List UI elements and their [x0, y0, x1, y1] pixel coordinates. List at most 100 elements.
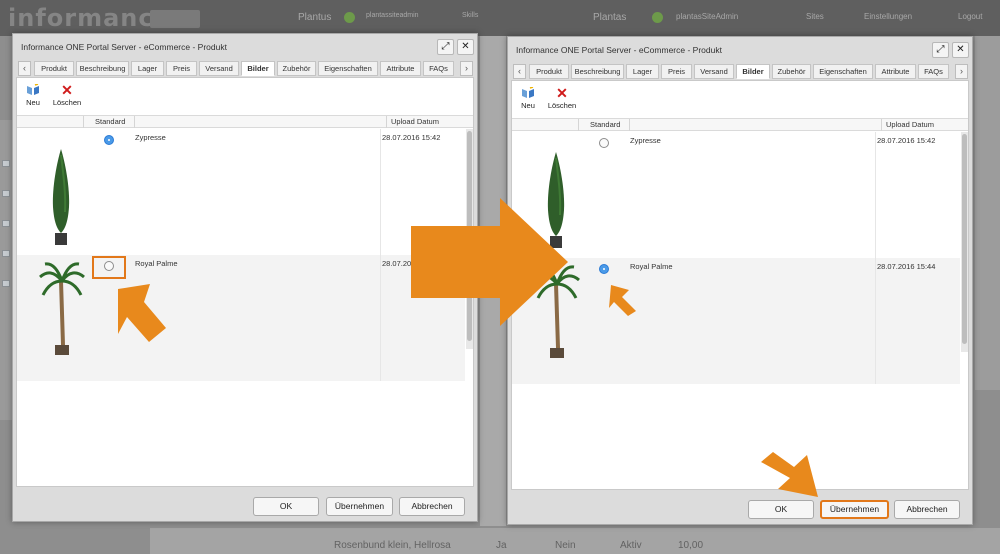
new-button[interactable]: Neu — [25, 84, 41, 107]
scroll-thumb[interactable] — [962, 134, 967, 344]
cancel-button[interactable]: Abbrechen — [399, 497, 465, 516]
cypress-image — [52, 149, 70, 245]
tab-bar: ‹ Produkt Beschreibung Lager Preis Versa… — [18, 61, 474, 76]
table-row[interactable]: Zypresse 28.07.2016 15:42 — [17, 129, 465, 255]
palm-image — [534, 265, 580, 358]
tab-produkt[interactable]: Produkt — [34, 61, 74, 76]
product-dialog-after: Informance ONE Portal Server - eCommerce… — [507, 36, 973, 525]
bg-gap-panel — [480, 36, 506, 526]
close-icon[interactable]: ✕ — [457, 39, 474, 55]
app-logo: informance — [8, 4, 171, 32]
tab-zubehoer[interactable]: Zubehör — [772, 64, 811, 79]
tab-produkt[interactable]: Produkt — [529, 64, 569, 79]
delete-button[interactable]: ✕ Löschen — [546, 85, 578, 110]
new-button[interactable]: Neu — [520, 87, 536, 110]
new-icon — [522, 87, 534, 98]
maximize-icon[interactable]: ⤢ — [932, 42, 949, 58]
tab-preis[interactable]: Preis — [166, 61, 197, 76]
tab-bilder[interactable]: Bilder — [241, 61, 275, 76]
bg-bottom-col1: Ja — [496, 540, 507, 551]
bg-skills: Skills — [462, 12, 479, 19]
tab-zubehoer[interactable]: Zubehör — [277, 61, 316, 76]
bg-user-2: plantasSiteAdmin — [676, 12, 739, 21]
new-label: Neu — [26, 98, 40, 107]
bg-bottom-price: 10,00 — [678, 540, 704, 551]
apply-button[interactable]: Übernehmen — [326, 497, 393, 516]
images-grid: Standard Upload Datum Zypresse 28.07.201… — [17, 115, 473, 487]
column-upload-date[interactable]: Upload Datum — [886, 120, 934, 129]
grid-header: Standard Upload Datum — [512, 118, 968, 131]
bg-bottom-name: Rosenbund klein, Hellrosa — [334, 540, 451, 551]
close-icon[interactable]: ✕ — [952, 42, 969, 58]
image-name: Royal Palme — [135, 259, 178, 268]
bg-checkbox — [2, 280, 10, 287]
header-divider — [629, 119, 630, 131]
tab-preis[interactable]: Preis — [661, 64, 692, 79]
tab-beschreibung[interactable]: Beschreibung — [76, 61, 129, 76]
grid-scrollbar[interactable] — [961, 132, 968, 352]
tab-versand[interactable]: Versand — [694, 64, 734, 79]
delete-label: Löschen — [52, 98, 82, 107]
tab-scroll-right-icon[interactable]: › — [955, 64, 968, 79]
standard-radio[interactable] — [599, 264, 609, 274]
images-panel: Neu ✕ Löschen Standard Upload Datum Zypr… — [16, 77, 474, 487]
tab-attribute[interactable]: Attribute — [380, 61, 421, 76]
tab-bilder[interactable]: Bilder — [736, 64, 770, 79]
ok-button[interactable]: OK — [253, 497, 319, 516]
cancel-button[interactable]: Abbrechen — [894, 500, 960, 519]
bg-checkbox — [2, 160, 10, 167]
tab-faqs[interactable]: FAQs — [423, 61, 454, 76]
delete-label: Löschen — [547, 101, 577, 110]
upload-date: 28.07.2016 — [382, 259, 420, 268]
tab-scroll-left-icon[interactable]: ‹ — [513, 64, 526, 79]
tab-lager[interactable]: Lager — [626, 64, 659, 79]
bg-settings: Einstellungen — [864, 12, 913, 21]
grid-scrollbar[interactable] — [466, 129, 473, 349]
table-row[interactable]: Royal Palme 28.07.2016 15:44 — [512, 258, 960, 384]
delete-icon: ✕ — [61, 82, 73, 98]
standard-radio[interactable] — [104, 135, 114, 145]
tab-attribute[interactable]: Attribute — [875, 64, 916, 79]
cell-divider — [380, 129, 381, 255]
images-grid: Standard Upload Datum Zypresse 28.07.201… — [512, 118, 968, 490]
header-divider — [578, 119, 579, 131]
tab-eigenschaften[interactable]: Eigenschaften — [813, 64, 873, 79]
ok-button[interactable]: OK — [748, 500, 814, 519]
background-topbar: informance Plantus plantassiteadmin Skil… — [0, 0, 1000, 36]
upload-date: 28.07.2016 15:42 — [877, 136, 936, 145]
standard-cell — [84, 129, 134, 255]
new-label: Neu — [521, 101, 535, 110]
tab-eigenschaften[interactable]: Eigenschaften — [318, 61, 378, 76]
bg-site-name: Plantus — [298, 12, 332, 23]
image-name: Zypresse — [630, 136, 661, 145]
scroll-thumb[interactable] — [467, 131, 472, 341]
bg-bottom-col3: Aktiv — [620, 540, 642, 551]
delete-icon: ✕ — [556, 85, 568, 101]
tab-versand[interactable]: Versand — [199, 61, 239, 76]
column-upload-date[interactable]: Upload Datum — [391, 117, 439, 126]
table-row[interactable]: Zypresse 28.07.2016 15:42 — [512, 132, 960, 258]
header-divider — [134, 116, 135, 128]
maximize-icon[interactable]: ⤢ — [437, 39, 454, 55]
tab-scroll-right-icon[interactable]: › — [460, 61, 473, 76]
apply-button[interactable]: Übernehmen — [820, 500, 889, 519]
images-panel: Neu ✕ Löschen Standard Upload Datum Zypr… — [511, 80, 969, 490]
logo-badge — [150, 10, 200, 28]
tab-lager[interactable]: Lager — [131, 61, 164, 76]
cell-divider — [875, 258, 876, 384]
tab-scroll-left-icon[interactable]: ‹ — [18, 61, 31, 76]
tab-beschreibung[interactable]: Beschreibung — [571, 64, 624, 79]
bg-checkbox — [2, 190, 10, 197]
column-standard[interactable]: Standard — [590, 120, 620, 129]
bg-user: plantassiteadmin — [366, 12, 419, 19]
tab-faqs[interactable]: FAQs — [918, 64, 949, 79]
bg-sites: Sites — [806, 12, 824, 21]
table-row[interactable]: Royal Palme 28.07.2016 — [17, 255, 465, 381]
delete-button[interactable]: ✕ Löschen — [51, 82, 83, 107]
standard-radio[interactable] — [599, 138, 609, 148]
cypress-image — [547, 152, 565, 248]
column-standard[interactable]: Standard — [95, 117, 125, 126]
bg-site-name-2: Plantas — [593, 12, 627, 23]
upload-date: 28.07.2016 15:42 — [382, 133, 441, 142]
standard-cell — [579, 258, 629, 384]
